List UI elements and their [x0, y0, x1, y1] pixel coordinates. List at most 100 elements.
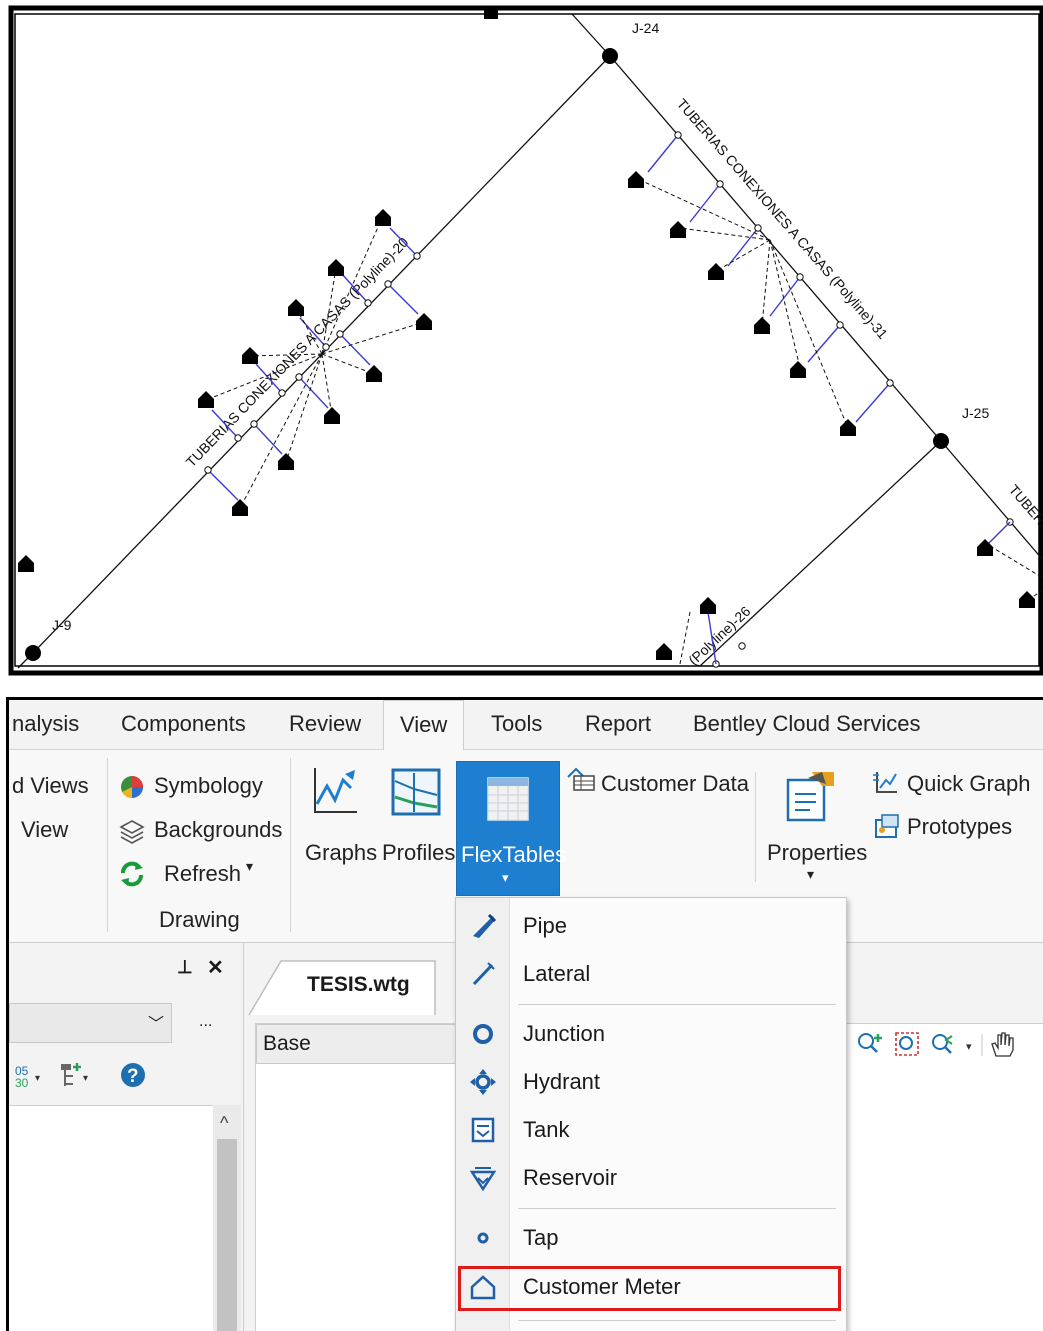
svg-text:?: ? — [127, 1066, 139, 1087]
customer-meter-house-icon[interactable] — [18, 555, 34, 572]
tab-report[interactable]: Report — [585, 700, 651, 750]
junction-label: J-25 — [962, 405, 989, 421]
pan-icon — [991, 1032, 1014, 1057]
profiles-button[interactable]: Profiles — [382, 840, 455, 866]
hydrant-icon — [470, 1069, 496, 1095]
customer-meter-house-icon[interactable] — [670, 221, 686, 238]
more-button[interactable]: ... — [199, 1013, 212, 1031]
properties-button[interactable]: Properties — [767, 840, 867, 866]
pipe-icon — [473, 913, 497, 938]
refresh-icon — [121, 861, 143, 887]
customer-meter-house-icon[interactable] — [328, 259, 344, 276]
scenario-value: Base — [263, 1032, 311, 1055]
lateral-icon — [472, 962, 495, 986]
flextables-icon — [487, 777, 529, 821]
quick-graph-icon — [873, 772, 897, 793]
graphs-button[interactable]: Graphs — [305, 840, 377, 866]
pipe-label: TUBERIAS CONEXIONES A CASAS (Polyline)-3… — [674, 95, 891, 342]
customer-meter-house-icon[interactable] — [366, 365, 382, 382]
customer-meter-house-icon[interactable] — [708, 263, 724, 280]
properties-icon — [786, 772, 834, 822]
customer-meter-house-icon[interactable] — [416, 313, 432, 330]
customer-meter-house-icon[interactable] — [790, 361, 806, 378]
menu-item-pipe[interactable]: Pipe — [456, 903, 846, 949]
scenario-dropdown[interactable]: Base — [256, 1024, 466, 1064]
menu-item-tank[interactable]: Tank — [456, 1107, 846, 1153]
menu-item-tap[interactable]: Tap — [456, 1215, 846, 1261]
customer-meter-house-icon[interactable] — [375, 209, 391, 226]
flextables-dropdown-icon: ▾ — [502, 870, 509, 885]
prototypes-icon — [875, 814, 899, 838]
profiles-icon — [391, 768, 441, 816]
view-button[interactable]: View — [21, 817, 68, 843]
zoom-in-icon — [858, 1033, 882, 1053]
tab-analysis[interactable]: nalysis — [12, 700, 79, 750]
tab-tools[interactable]: Tools — [491, 700, 542, 750]
customer-meter-highlight — [458, 1266, 841, 1311]
tab-view[interactable]: View — [383, 700, 465, 752]
customer-meter-house-icon[interactable] — [242, 347, 258, 364]
pin-icon[interactable]: ⊥ — [177, 957, 193, 978]
customer-meter-house-icon[interactable] — [656, 643, 672, 660]
close-icon[interactable]: ✕ — [207, 955, 224, 980]
tab-components[interactable]: Components — [121, 700, 246, 750]
zoom-window-icon — [895, 1032, 919, 1056]
tab-bentley-cloud-services[interactable]: Bentley Cloud Services — [693, 700, 920, 750]
tree-add-icon[interactable]: ▾ — [57, 1061, 99, 1089]
scroll-up-icon[interactable]: ^ — [220, 1113, 228, 1134]
customer-meter-house-icon[interactable] — [1019, 591, 1035, 608]
junction-label: J-24 — [632, 20, 659, 36]
customer-meter-house-icon[interactable] — [288, 299, 304, 316]
quick-graph-button[interactable]: Quick Graph — [907, 771, 1031, 797]
tab-review[interactable]: Review — [289, 700, 361, 750]
flextables-label: FlexTables — [461, 842, 567, 867]
junction-j9 — [25, 645, 41, 661]
pipe-segment — [571, 13, 611, 57]
flextables-button[interactable]: FlexTables ▾ — [456, 761, 566, 896]
tank-icon — [471, 1117, 495, 1143]
refresh-button[interactable]: Refresh — [164, 861, 241, 887]
zoom-previous-icon — [932, 1034, 953, 1054]
scrollbar[interactable]: ^ — [213, 1105, 241, 1331]
menu-item-reservoir[interactable]: Reservoir — [456, 1155, 846, 1201]
customer-meter-house-icon[interactable] — [628, 171, 644, 188]
menu-item-lateral[interactable]: Lateral — [456, 951, 846, 997]
customer-meter-house-icon[interactable] — [198, 391, 214, 408]
pipe-segment — [699, 440, 942, 667]
named-views-button[interactable]: d Views — [12, 773, 89, 799]
flextables-menu: Pipe Lateral Junction Hydrant Tank Reser… — [455, 897, 847, 1331]
backgrounds-icon — [119, 820, 145, 844]
customer-meter-house-icon[interactable] — [232, 499, 248, 516]
symbology-button[interactable]: Symbology — [154, 773, 263, 799]
customer-meter-house-icon[interactable] — [700, 597, 716, 614]
tree-view[interactable] — [9, 1105, 213, 1331]
customer-meter-icons — [18, 171, 1035, 660]
zoom-toolbar[interactable]: ▾ — [856, 1030, 1043, 1060]
document-tab-title[interactable]: TESIS.wtg — [307, 973, 410, 997]
scenario-select[interactable]: ﹀ — [9, 1003, 172, 1043]
prototypes-button[interactable]: Prototypes — [907, 814, 1012, 840]
junction-icon — [473, 1024, 493, 1044]
backgrounds-button[interactable]: Backgrounds — [154, 817, 282, 843]
main-pipes — [17, 13, 1043, 669]
menu-item-hydrant[interactable]: Hydrant — [456, 1059, 846, 1105]
customer-meter-house-icon[interactable] — [754, 317, 770, 334]
customer-meter-house-icon[interactable] — [278, 453, 294, 470]
map-canvas[interactable]: J-24 J-25 J-9 TUBERIAS CONEXIONES A CASA… — [0, 0, 1043, 681]
customer-meter-house-icon[interactable] — [840, 419, 856, 436]
junction-j24 — [602, 48, 618, 64]
reservoir-icon — [469, 1167, 497, 1192]
sort-icon[interactable]: 05 30 ▾ — [15, 1063, 45, 1089]
refresh-dropdown-icon[interactable]: ▾ — [246, 858, 253, 875]
network-map[interactable]: J-24 J-25 J-9 TUBERIAS CONEXIONES A CASA… — [0, 0, 1043, 681]
lateral-cluster-right — [639, 131, 1043, 668]
graphs-icon — [314, 768, 357, 813]
properties-dropdown-icon[interactable]: ▾ — [807, 866, 814, 883]
customer-data-button[interactable]: Customer Data — [601, 771, 749, 797]
customer-meter-house-icon[interactable] — [324, 407, 340, 424]
menu-item-junction[interactable]: Junction — [456, 1011, 846, 1057]
ribbon-tabbar: nalysis Components Review View Tools Rep… — [9, 700, 1043, 752]
svg-text:▾: ▾ — [966, 1041, 972, 1053]
symbology-icon — [121, 776, 143, 799]
help-icon[interactable]: ? — [119, 1061, 147, 1089]
